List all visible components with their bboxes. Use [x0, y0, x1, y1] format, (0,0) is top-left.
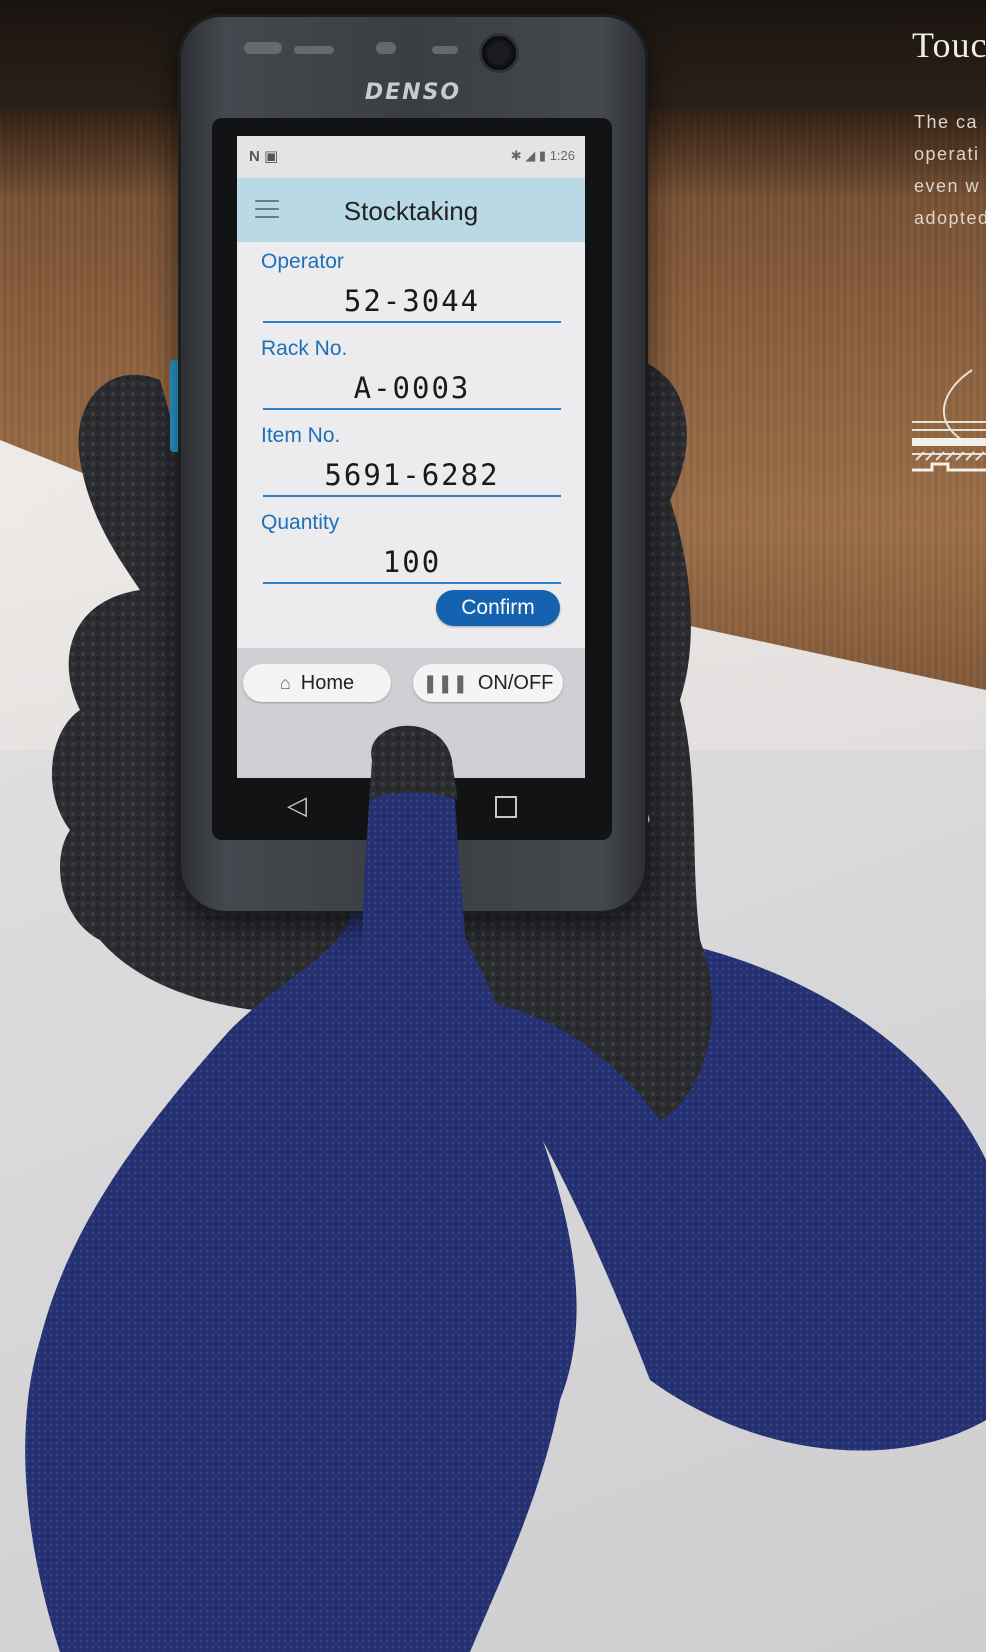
home-button[interactable]: ⌂ Home — [243, 664, 391, 702]
operator-input[interactable]: 52-3044 — [263, 284, 561, 318]
operator-field[interactable]: Operator 52-3044 — [237, 242, 585, 329]
field-label: Operator — [261, 250, 344, 273]
back-triangle-icon[interactable]: ◁ — [287, 790, 307, 821]
item-no-field[interactable]: Item No. 5691-6282 — [237, 416, 585, 503]
front-camera — [482, 36, 516, 70]
item-no-input[interactable]: 5691-6282 — [263, 458, 561, 492]
status-icons: ✱ ◢ ▮ 1:26 — [511, 148, 575, 164]
barcode-icon: ❚❚❚ — [422, 673, 468, 693]
app-screen: N ▣ ✱ ◢ ▮ 1:26 Stocktaking Operator 52-3… — [237, 136, 585, 778]
input-underline — [263, 321, 561, 323]
field-label: Rack No. — [261, 337, 348, 360]
scanner-toggle-button[interactable]: ❚❚❚ ON/OFF — [413, 664, 563, 702]
status-bar: N ▣ ✱ ◢ ▮ 1:26 — [237, 136, 585, 178]
bottom-toolbar: ⌂ Home ❚❚❚ ON/OFF — [237, 648, 585, 778]
hamburger-menu-icon[interactable] — [255, 200, 279, 218]
sensor-slot — [432, 46, 458, 54]
field-label: Item No. — [261, 424, 341, 447]
rack-no-field[interactable]: Rack No. A-0003 — [237, 329, 585, 416]
system-icons: ✱ ◢ ▮ — [510, 148, 547, 163]
quantity-input[interactable]: 100 — [263, 545, 561, 579]
input-underline — [263, 408, 561, 410]
home-label: Home — [300, 672, 355, 694]
stocktaking-form: Operator 52-3044 Rack No. A-0003 Item No… — [237, 242, 585, 590]
input-underline — [263, 495, 561, 497]
notification-icons: N ▣ — [249, 148, 279, 165]
app-header: Stocktaking — [237, 178, 585, 242]
input-underline — [263, 582, 561, 584]
sensor-dot — [376, 42, 396, 54]
speaker-grille — [294, 46, 334, 54]
confirm-button[interactable]: Confirm — [436, 590, 560, 626]
onoff-label: ON/OFF — [477, 672, 554, 694]
brand-logo: DENSO — [364, 80, 462, 105]
quantity-field[interactable]: Quantity 100 — [237, 503, 585, 590]
field-label: Quantity — [261, 511, 340, 534]
home-icon: ⌂ — [279, 673, 291, 693]
sensor-slot — [244, 42, 282, 54]
system-nav-bar: ◁ — [237, 778, 585, 834]
recents-square-icon[interactable] — [495, 796, 517, 818]
clock: 1:26 — [549, 148, 575, 163]
rack-no-input[interactable]: A-0003 — [263, 371, 561, 405]
page-title: Stocktaking — [343, 196, 479, 226]
